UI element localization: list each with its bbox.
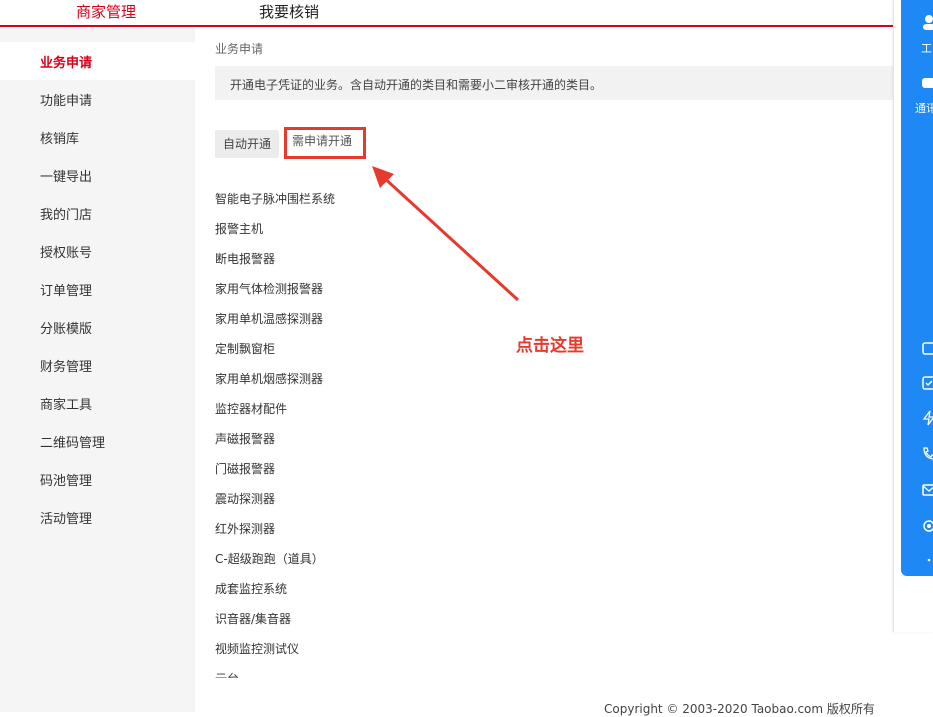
sidebar-item-export[interactable]: 一键导出 [0, 156, 195, 194]
sidebar-item-finance[interactable]: 财务管理 [0, 346, 195, 384]
sidebar-item-split-template[interactable]: 分账模版 [0, 308, 195, 346]
list-item: 家用气体检测报警器 [215, 282, 324, 296]
flash-icon[interactable] [921, 410, 933, 426]
settings-icon[interactable] [921, 518, 933, 534]
more-icon[interactable] [921, 552, 933, 568]
sidebar-item-label: 核销库 [40, 132, 80, 147]
list-item: 成套监控系统 [215, 582, 288, 596]
list-item: 家用单机烟感探测器 [215, 372, 324, 386]
sidebar-item-label: 我的门店 [40, 208, 93, 223]
work-label: 工 [921, 42, 932, 55]
tab-merchant-management[interactable]: 商家管理 [76, 2, 136, 22]
list-item: 识音器/集音器 [215, 612, 292, 626]
list-item: 监控器材配件 [215, 402, 288, 416]
list-item: 报警主机 [215, 222, 264, 236]
contact-label: 通讯 [915, 102, 933, 115]
apply-open-button[interactable]: 需申请开通 [284, 127, 366, 159]
annotation-label: 点击这里 [516, 336, 584, 356]
list-item: 声磁报警器 [215, 432, 276, 446]
sidebar-item-label: 一键导出 [40, 170, 93, 185]
sidebar-item-business-apply[interactable]: 业务申请 [0, 42, 195, 80]
phone-icon[interactable] [921, 446, 933, 462]
sidebar-item-activities[interactable]: 活动管理 [0, 498, 195, 536]
tab-verify[interactable]: 我要核销 [259, 2, 319, 22]
notice-text: 开通电子凭证的业务。含自动开通的类目和需要小二审核开通的类目。 [230, 78, 603, 92]
auto-open-button[interactable]: 自动开通 [215, 130, 279, 158]
sidebar-item-label: 业务申请 [40, 56, 93, 71]
mail-icon[interactable] [921, 482, 933, 498]
sidebar-item-my-stores[interactable]: 我的门店 [0, 194, 195, 232]
sidebar: 业务申请 功能申请 核销库 一键导出 我的门店 授权账号 订单管理 分账模版 财… [0, 28, 195, 712]
sidebar-item-orders[interactable]: 订单管理 [0, 270, 195, 308]
list-item: 震动探测器 [215, 492, 276, 506]
sidebar-item-label: 订单管理 [40, 284, 93, 299]
list-item: 红外探测器 [215, 522, 276, 536]
sidebar-item-label: 二维码管理 [40, 436, 106, 451]
calendar-icon[interactable] [921, 340, 933, 356]
top-nav: 商家管理 我要核销 [0, 0, 893, 27]
list-item: 门磁报警器 [215, 462, 276, 476]
breadcrumb: 业务申请 [215, 42, 264, 56]
list-item: 智能电子脉冲围栏系统 [215, 192, 336, 206]
notice-banner: 开通电子凭证的业务。含自动开通的类目和需要小二审核开通的类目。 [215, 66, 893, 100]
sidebar-item-tools[interactable]: 商家工具 [0, 384, 195, 422]
sidebar-item-label: 活动管理 [40, 512, 93, 527]
sidebar-item-code-pool[interactable]: 码池管理 [0, 460, 195, 498]
list-item: 家用单机温感探测器 [215, 312, 324, 326]
sidebar-item-qrcode[interactable]: 二维码管理 [0, 422, 195, 460]
sidebar-item-function-apply[interactable]: 功能申请 [0, 80, 195, 118]
sidebar-item-verify-library[interactable]: 核销库 [0, 118, 195, 156]
list-item: C-超级跑跑（道具） [215, 552, 324, 566]
sidebar-item-label: 授权账号 [40, 246, 93, 261]
check-icon[interactable] [921, 375, 933, 391]
sidebar-item-accounts[interactable]: 授权账号 [0, 232, 195, 270]
list-item: 断电报警器 [215, 252, 276, 266]
list-item: 云台 [215, 670, 239, 678]
sidebar-item-label: 码池管理 [40, 474, 93, 489]
sidebar-item-label: 财务管理 [40, 360, 93, 375]
sidebar-item-label: 分账模版 [40, 322, 93, 337]
annotation-arrow-icon [372, 166, 520, 302]
list-item: 视频监控测试仪 [215, 642, 300, 656]
list-item: 定制飘窗柜 [215, 342, 276, 356]
sidebar-item-label: 商家工具 [40, 398, 93, 413]
user-icon[interactable] [921, 14, 933, 30]
sidebar-item-label: 功能申请 [40, 94, 93, 109]
copyright-footer: Copyright © 2003-2020 Taobao.com 版权所有 [604, 702, 875, 716]
chat-icon[interactable] [921, 76, 933, 92]
nav-divider [0, 25, 893, 27]
